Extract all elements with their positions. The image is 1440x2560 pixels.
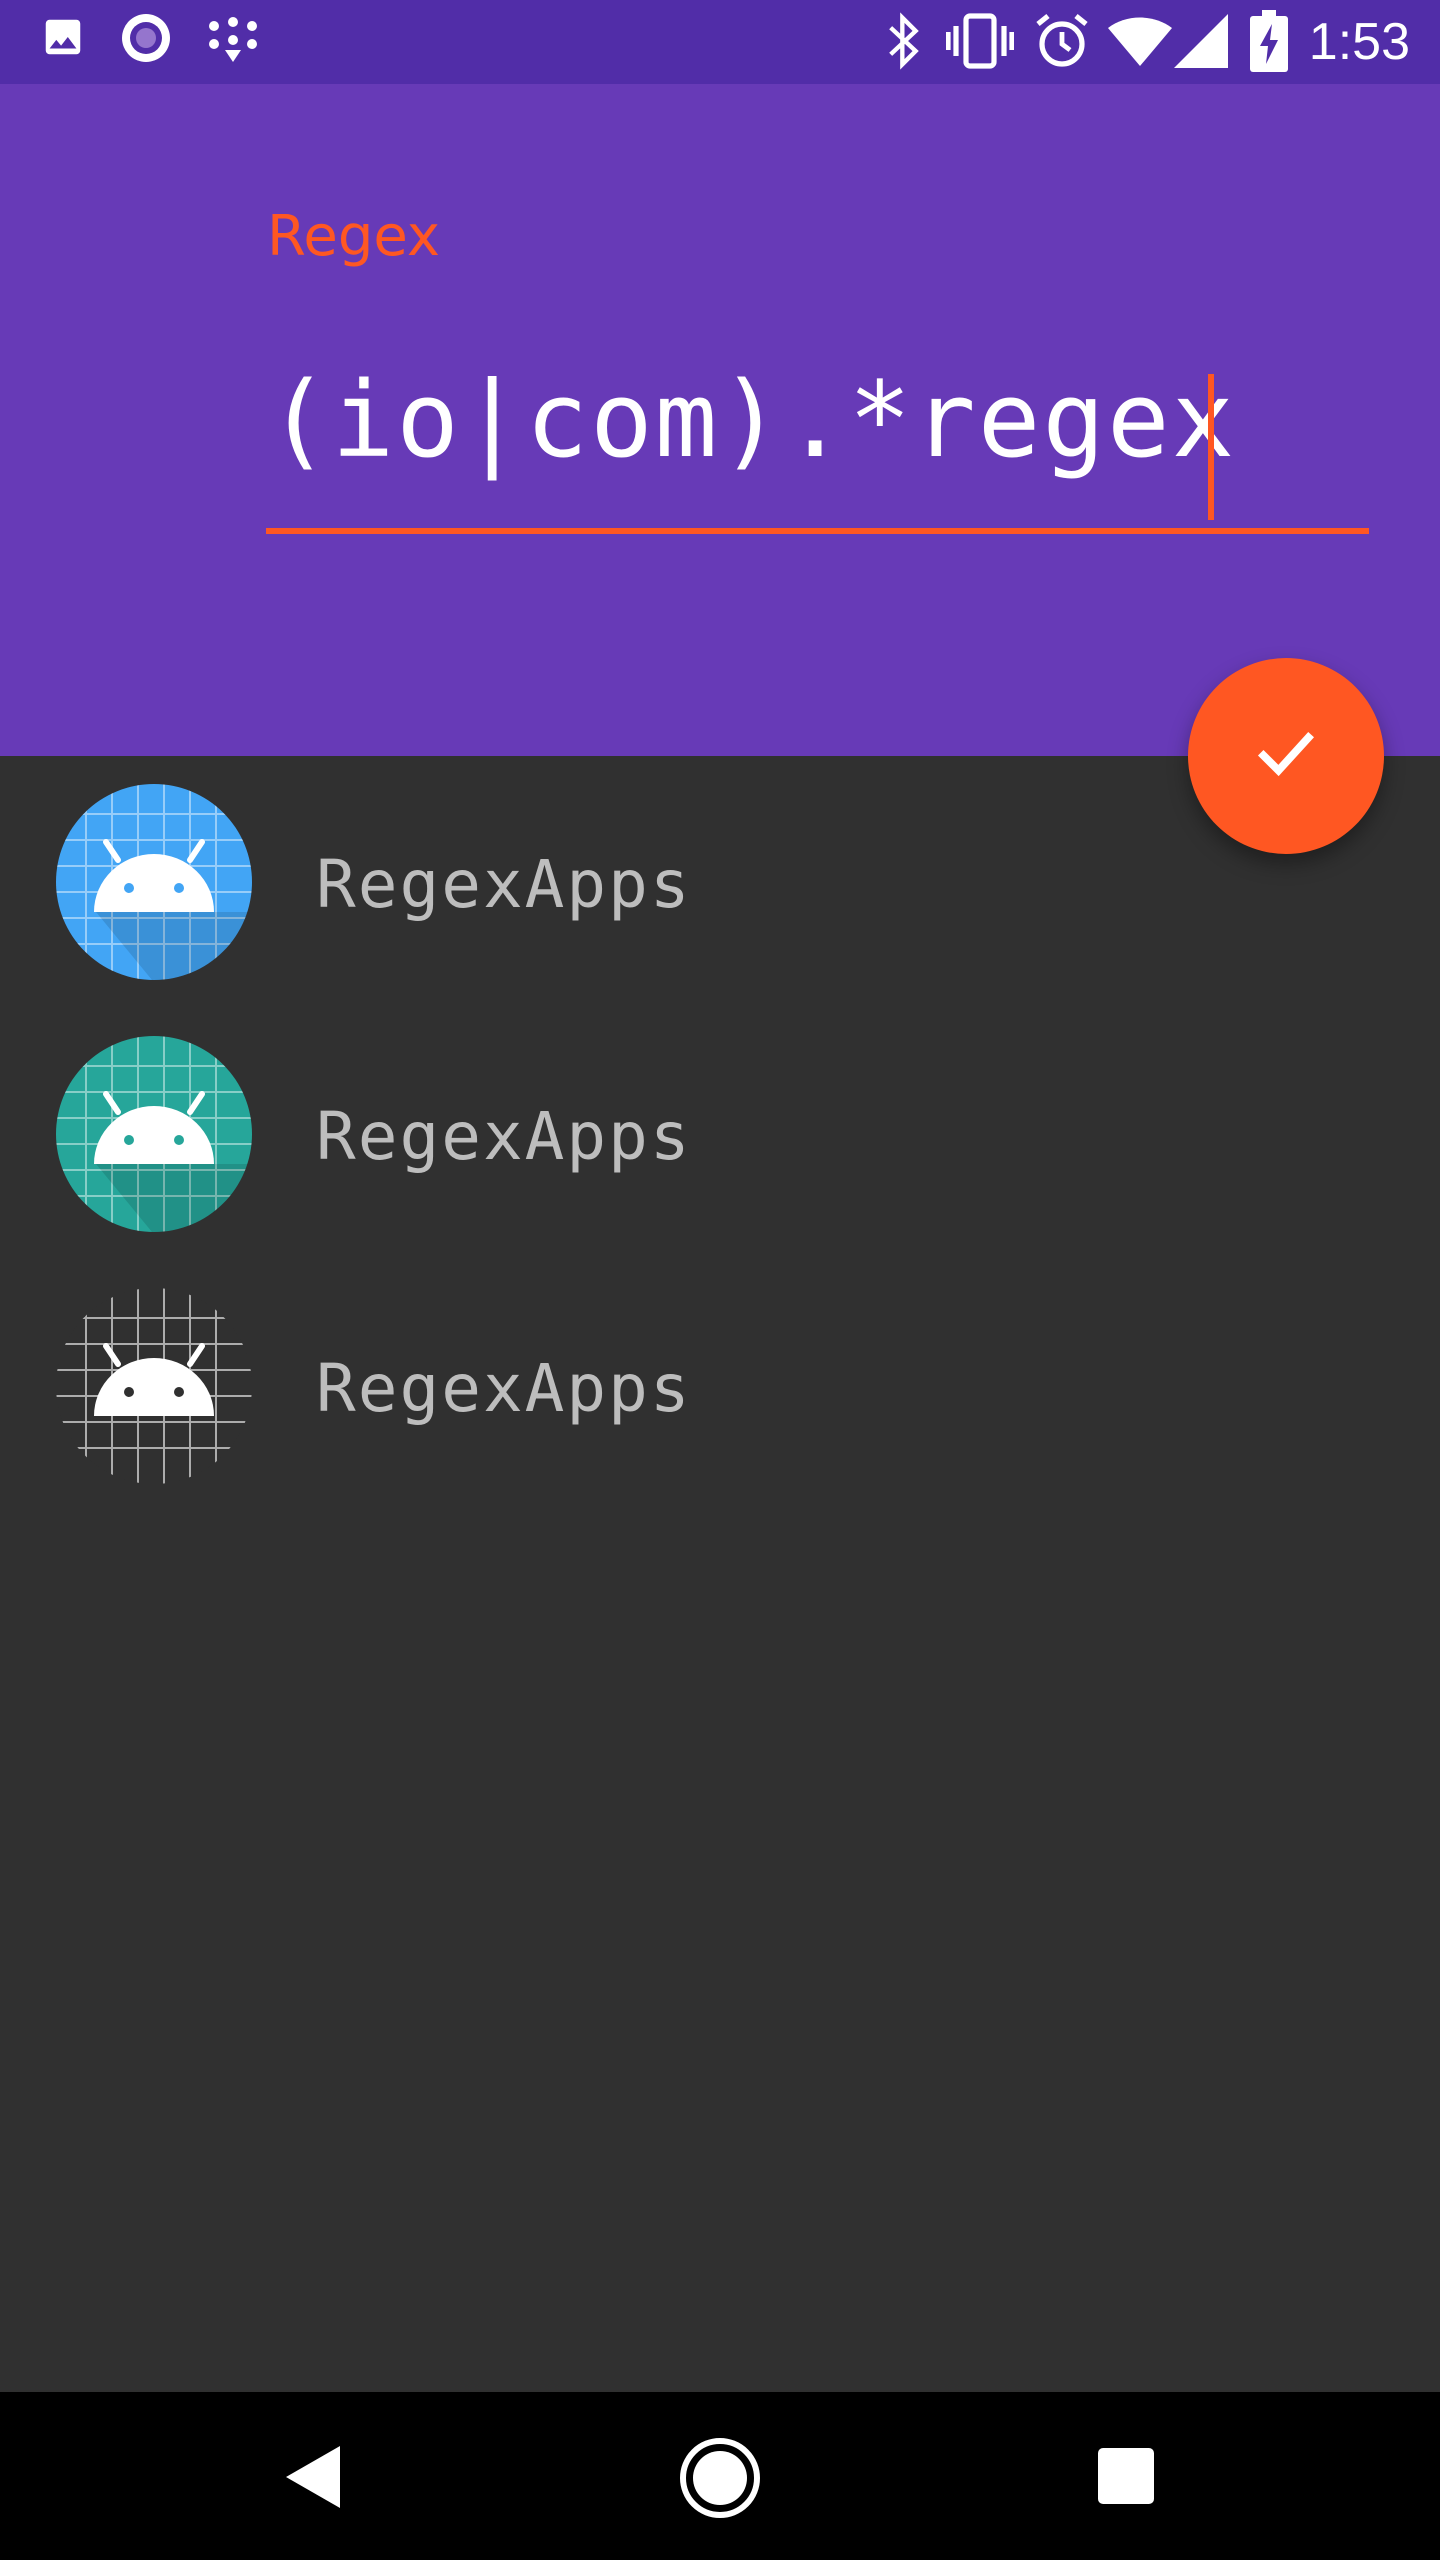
list-item[interactable]: RegexApps (0, 1008, 1440, 1260)
regex-label: Regex (267, 204, 441, 269)
status-time: 1:53 (1308, 13, 1410, 71)
text-cursor (1208, 374, 1214, 520)
regex-input-underline (266, 528, 1369, 534)
dots-app-icon (206, 16, 260, 70)
list-item[interactable]: RegexApps (0, 1260, 1440, 1512)
signal-icon (1174, 14, 1228, 72)
wifi-icon (1108, 16, 1172, 72)
app-list: RegexApps RegexApps RegexApps (0, 756, 1440, 2392)
home-icon[interactable] (678, 2436, 762, 2524)
android-icon (56, 1288, 252, 1484)
app-label: RegexApps (316, 1098, 692, 1175)
circle-app-icon (120, 12, 172, 68)
check-icon (1250, 718, 1322, 794)
status-bar: 1:53 (0, 0, 1440, 84)
android-icon (56, 1036, 252, 1232)
navigation-bar (0, 2392, 1440, 2560)
back-icon[interactable] (286, 2446, 340, 2512)
confirm-fab-button[interactable] (1188, 658, 1384, 854)
image-icon (40, 14, 86, 64)
bluetooth-icon (884, 12, 924, 74)
vibrate-icon (945, 12, 1015, 74)
app-label: RegexApps (316, 1350, 692, 1427)
recents-icon[interactable] (1098, 2448, 1154, 2508)
regex-input[interactable]: (io|com).*regex (267, 350, 1236, 490)
battery-charging-icon (1250, 10, 1288, 76)
app-screen: 1:53 Regex (io|com).*regex RegexApps Reg… (0, 0, 1440, 2560)
android-icon (56, 784, 252, 980)
app-label: RegexApps (316, 846, 692, 923)
alarm-icon (1034, 12, 1090, 74)
